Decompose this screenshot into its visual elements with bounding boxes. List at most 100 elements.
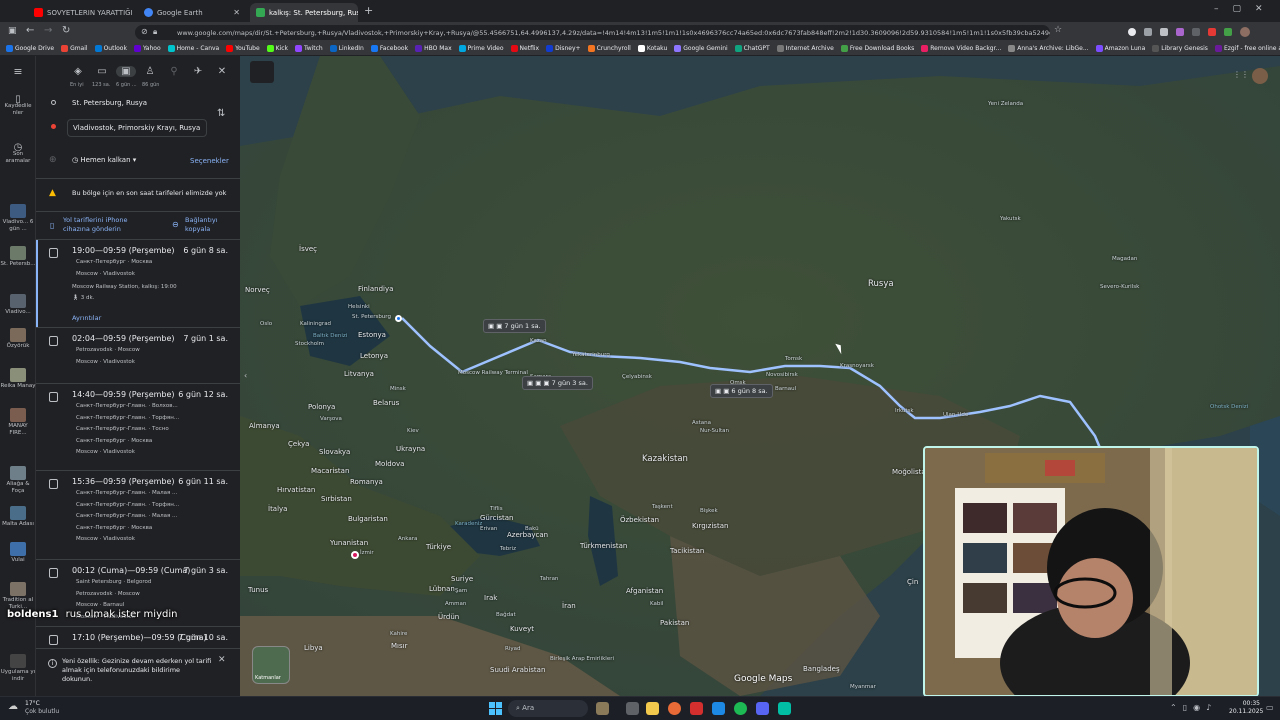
bookmark-item[interactable]: Gmail: [61, 45, 88, 52]
map-place-label[interactable]: Finlandiya: [358, 285, 393, 293]
taskbar-search[interactable]: ⌕ Ara: [508, 700, 588, 717]
search-highlight-icon[interactable]: [596, 702, 609, 715]
map-place-label[interactable]: Çekya: [288, 440, 309, 448]
bookmark-item[interactable]: Crunchyroll: [587, 45, 631, 52]
map-place-label[interactable]: Kaliningrad: [300, 321, 331, 327]
bookmark-item[interactable]: Remove Video Backgr...: [921, 45, 1001, 52]
map-place-label[interactable]: Litvanya: [344, 370, 374, 378]
add-stop-icon[interactable]: ⊕: [49, 155, 57, 165]
bookmark-item[interactable]: Prime Video: [458, 45, 504, 52]
map-place-label[interactable]: Helsinki: [348, 304, 370, 310]
map-place-label[interactable]: Tahran: [540, 576, 558, 582]
bookmark-item[interactable]: Yahoo: [133, 45, 161, 52]
profile-avatar[interactable]: [1240, 27, 1250, 37]
mode-best[interactable]: ◈: [68, 66, 88, 77]
map-place-label[interactable]: Kazan: [530, 338, 547, 344]
map-place-label[interactable]: Krasnoyarsk: [840, 363, 874, 369]
map-place-label[interactable]: Polonya: [308, 403, 335, 411]
apps-grid-icon[interactable]: ⋮⋮: [1233, 70, 1249, 79]
map-place-label[interactable]: İsveç: [299, 245, 317, 253]
map-place-label[interactable]: Macaristan: [311, 467, 349, 475]
route-option[interactable]: 19:00—09:59 (Perşembe) 6 gün 8 sa. Санкт-П…: [36, 239, 240, 327]
map-place-label[interactable]: Erivan: [480, 526, 497, 532]
notification-icon[interactable]: ▭: [1266, 703, 1274, 712]
tab-search-icon[interactable]: ▣: [8, 26, 17, 36]
bookmark-item[interactable]: YouTube: [226, 45, 260, 52]
chevron-left-icon[interactable]: ‹: [244, 371, 247, 380]
bookmark-item[interactable]: Disney+: [546, 45, 581, 52]
map-place-label[interactable]: Bulgaristan: [348, 515, 388, 523]
recent-place-item[interactable]: Vladivo...: [0, 294, 36, 316]
map-place-label[interactable]: Tacikistan: [670, 547, 704, 555]
bookmark-item[interactable]: HBO Max: [415, 45, 452, 52]
route-option[interactable]: 14:40—09:59 (Perşembe) 6 gün 12 sa. Санкт-…: [36, 383, 240, 470]
wps-office-icon[interactable]: [690, 702, 703, 715]
recent-button[interactable]: ◷ Son aramalar: [0, 143, 36, 165]
map-place-label[interactable]: Slovakya: [319, 448, 350, 456]
map-place-label[interactable]: Karadeniz: [455, 521, 482, 527]
map-place-label[interactable]: Stockholm: [295, 341, 324, 347]
map-place-label[interactable]: Romanya: [350, 478, 383, 486]
mode-flight[interactable]: ✈: [188, 66, 208, 77]
close-directions-button[interactable]: ✕: [212, 66, 232, 77]
map-place-label[interactable]: Bişkek: [700, 508, 718, 514]
bookmark-item[interactable]: Netflix: [510, 45, 539, 52]
bookmark-item[interactable]: Google Drive: [6, 45, 54, 52]
collapse-panel-button[interactable]: [250, 61, 274, 83]
route-option[interactable]: 02:04—09:59 (Perşembe) 7 gün 1 sa. Petroza…: [36, 327, 240, 383]
map-place-label[interactable]: Şam: [455, 588, 467, 594]
map-place-label[interactable]: Norveç: [245, 286, 270, 294]
mode-bike[interactable]: ⚲: [164, 66, 184, 77]
bookmark-item[interactable]: Free Download Books: [840, 45, 914, 52]
mode-car[interactable]: ▭: [92, 66, 112, 77]
layers-button[interactable]: Katmanlar: [252, 646, 290, 684]
map-place-label[interactable]: Myanmar: [850, 684, 876, 690]
extension-icon[interactable]: [1208, 28, 1216, 36]
forward-button[interactable]: →: [44, 25, 52, 36]
map-place-label[interactable]: Yeni Zelanda: [988, 101, 1023, 107]
map-place-label[interactable]: Ürdün: [438, 613, 459, 621]
location-pin[interactable]: [351, 551, 359, 559]
window-controls[interactable]: –▢✕: [1214, 4, 1277, 14]
map-place-label[interactable]: Severo-Kurilsk: [1100, 284, 1139, 290]
recent-place-item[interactable]: Vladivo... 6 gün ...: [0, 204, 36, 233]
copy-link-button[interactable]: Bağlantıyı kopyala: [185, 216, 235, 234]
bookmark-item[interactable]: Library Genesis: [1152, 45, 1208, 52]
map-place-label[interactable]: İtalya: [268, 505, 287, 513]
map-place-label[interactable]: Yakutsk: [1000, 216, 1021, 222]
map-place-label[interactable]: Yekaterinburg: [572, 352, 610, 358]
bookmark-item[interactable]: ChatGPT: [734, 45, 770, 52]
bookmark-item[interactable]: Kick: [266, 45, 288, 52]
map-place-label[interactable]: Magadan: [1112, 256, 1137, 262]
extension-icon[interactable]: [1128, 28, 1136, 36]
map-place-label[interactable]: Kazakistan: [642, 454, 688, 464]
bookmark-item[interactable]: Internet Archive: [776, 45, 834, 52]
menu-icon[interactable]: ≡: [0, 66, 36, 77]
bookmark-item[interactable]: Outlook: [94, 45, 127, 52]
extension-icon[interactable]: [1192, 28, 1200, 36]
swap-icon[interactable]: ⇅: [217, 108, 225, 119]
map-place-label[interactable]: Riyad: [505, 646, 520, 652]
map-place-label[interactable]: Tiflis: [490, 506, 503, 512]
bookmark-item[interactable]: Amazon Luna: [1095, 45, 1145, 52]
map-place-label[interactable]: Belarus: [373, 399, 399, 407]
map-place-label[interactable]: Estonya: [358, 331, 386, 339]
options-button[interactable]: Seçenekler: [190, 157, 229, 165]
map-place-label[interactable]: St. Petersburg: [352, 314, 391, 320]
map-place-label[interactable]: Moscow Railway Terminal: [458, 370, 528, 376]
extension-icon[interactable]: [1160, 28, 1168, 36]
bookmark-item[interactable]: Kotaku: [637, 45, 667, 52]
bookmark-item[interactable]: Home - Canva: [167, 45, 219, 52]
recent-place-item[interactable]: MANAY FIRE...: [0, 408, 36, 437]
bookmark-item[interactable]: LinkedIn: [329, 45, 364, 52]
map-place-label[interactable]: Bağdat: [496, 612, 516, 618]
map-place-label[interactable]: Tomsk: [785, 356, 802, 362]
task-view-icon[interactable]: [626, 702, 639, 715]
map-place-label[interactable]: Gürcistan: [480, 514, 514, 522]
map-place-label[interactable]: Afganistan: [626, 587, 663, 595]
map-place-label[interactable]: Oslo: [260, 321, 272, 327]
tab-youtube[interactable]: SOVYETLERIN YARATTIĞI DÜNY ✕: [28, 3, 134, 22]
map-place-label[interactable]: Sırbistan: [321, 495, 352, 503]
recent-place-item[interactable]: Malta Adası: [0, 506, 36, 528]
tab-google-maps[interactable]: kalkış: St. Petersburg, Rusya var ✕: [250, 3, 358, 22]
